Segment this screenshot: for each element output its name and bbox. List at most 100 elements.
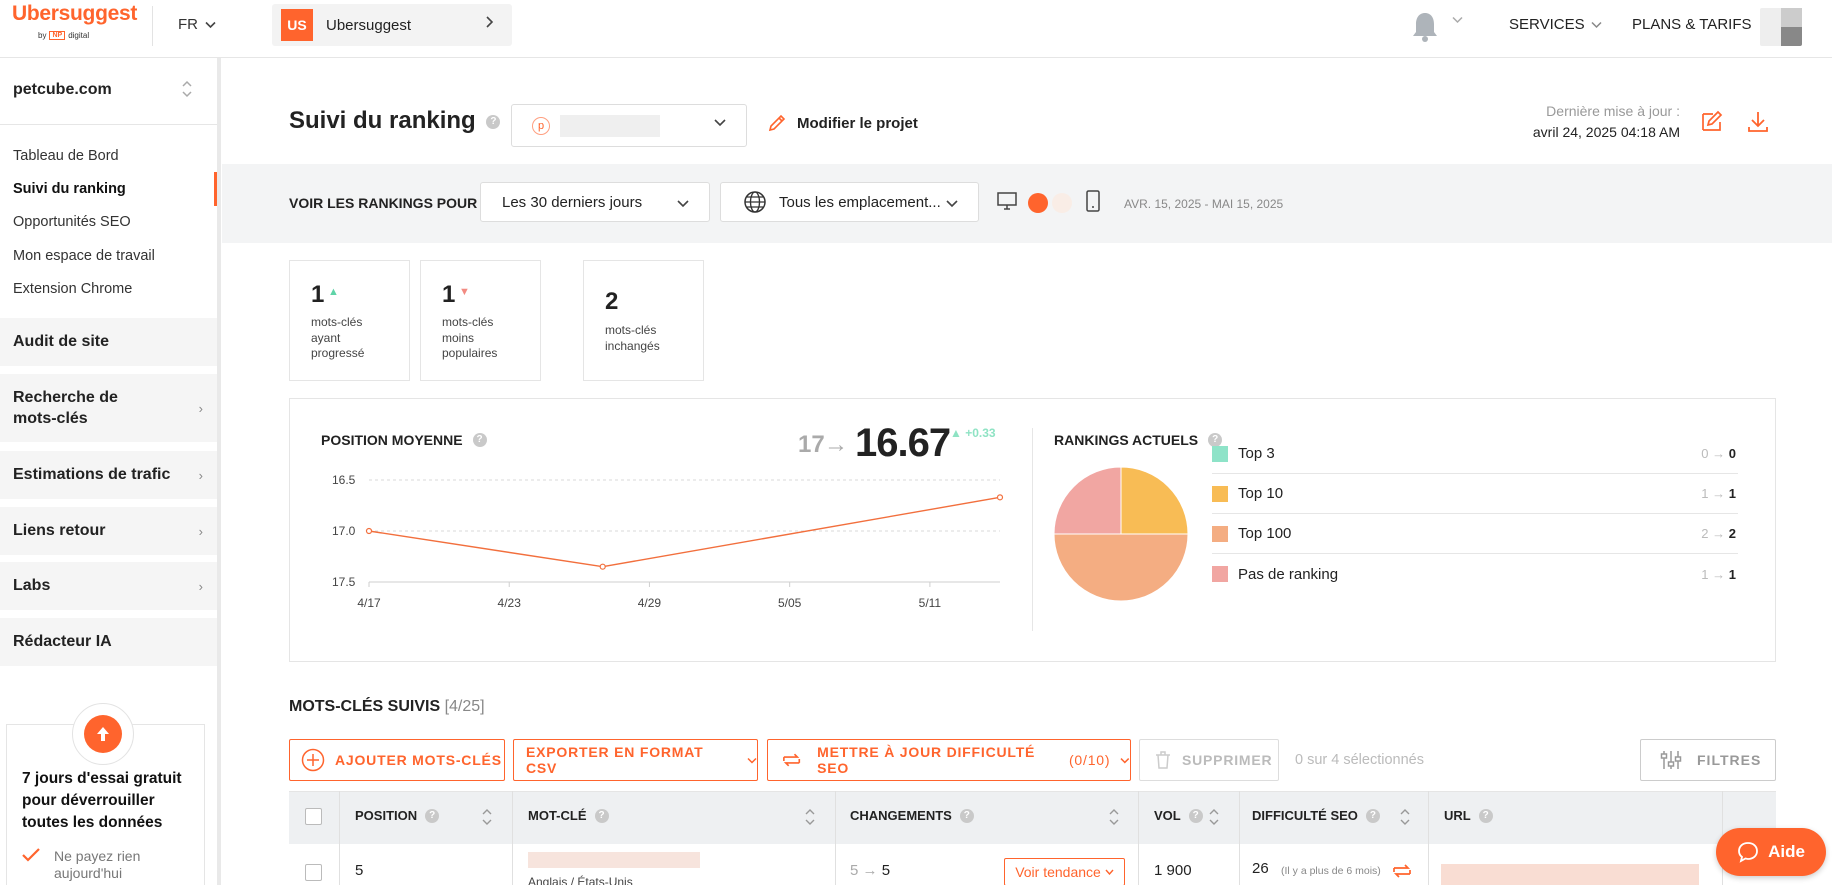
avg-position-delta-value: +0.33 [965, 426, 996, 440]
sidebar-scrollbar[interactable] [217, 58, 221, 885]
column-label: MOT-CLÉ [528, 808, 587, 823]
view-trend-button[interactable]: Voir tendance [1004, 858, 1125, 885]
sidebar-item-seo-opportunities[interactable]: Opportunités SEO [13, 214, 131, 230]
refresh-icon[interactable] [1390, 860, 1414, 882]
desktop-toggle-on[interactable] [1028, 193, 1048, 213]
divider [1032, 428, 1033, 631]
sliders-icon [1660, 751, 1682, 769]
pie-slice-top-100[interactable] [1053, 533, 1189, 602]
export-csv-button[interactable]: EXPORTER EN FORMAT CSV [513, 739, 758, 781]
project-switcher[interactable]: US Ubersuggest [272, 4, 512, 46]
pie-slice-pas-de-ranking[interactable] [1053, 466, 1122, 535]
mobile-icon[interactable] [1085, 190, 1101, 212]
stat-improved: 1 ▲ mots-clés ayant progressé [289, 260, 410, 381]
sort-icon[interactable] [481, 806, 493, 831]
stat-label: mots-clés moins populaires [442, 315, 498, 360]
sidebar-section-site-audit[interactable]: Audit de site [0, 318, 217, 366]
filters-button[interactable]: FILTRES [1640, 739, 1776, 781]
legend-from: 2 → [1701, 526, 1729, 541]
keyword-redacted[interactable] [528, 852, 700, 868]
ubersuggest-logo[interactable]: Ubersuggest [12, 2, 137, 26]
domain-selector[interactable]: p [511, 104, 747, 147]
pie-slice-top-10[interactable] [1120, 466, 1189, 535]
ranking-row: Top 100 2 → 2 [1212, 514, 1738, 554]
location-select[interactable]: Tous les emplacement... [720, 182, 979, 222]
sidebar-item-workspace[interactable]: Mon espace de travail [13, 248, 155, 264]
sidebar-item-dashboard[interactable]: Tableau de Bord [13, 148, 119, 164]
sidebar-item-chrome-extension[interactable]: Extension Chrome [13, 281, 132, 297]
data-point[interactable] [996, 494, 1004, 501]
stat-value: 1 [311, 281, 325, 308]
column-url[interactable]: URL? [1444, 808, 1493, 823]
edit-project-button[interactable]: Modifier le projet [767, 113, 918, 133]
legend-swatch [1212, 445, 1228, 462]
help-icon[interactable]: ? [1188, 808, 1203, 823]
plans-label: PLANS & TARIFS [1632, 16, 1752, 33]
column-seo-difficulty[interactable]: DIFFICULTÉ SEO? [1252, 808, 1380, 823]
data-point[interactable] [599, 563, 606, 570]
add-keywords-button[interactable]: AJOUTER MOTS-CLÉS [289, 739, 505, 781]
divider [0, 124, 217, 125]
domain-favicon: p [532, 117, 550, 135]
x-tick-label: 4/29 [638, 596, 662, 610]
help-icon[interactable]: ? [959, 808, 974, 823]
help-icon[interactable]: ? [425, 808, 440, 823]
page-title-text: Suivi du ranking [289, 107, 476, 134]
desktop-icon[interactable] [996, 190, 1018, 212]
row-checkbox[interactable] [305, 864, 322, 881]
filters-label: FILTRES [1697, 752, 1762, 768]
bell-icon[interactable] [1410, 10, 1440, 44]
sidebar-section-backlinks[interactable]: Liens retour › [0, 507, 217, 555]
avatar[interactable] [1760, 8, 1802, 46]
sort-icon[interactable] [804, 806, 816, 831]
select-all-checkbox[interactable] [305, 808, 322, 825]
chevron-right-icon: › [198, 400, 203, 416]
sort-icon[interactable] [1399, 806, 1411, 831]
active-indicator [214, 172, 217, 206]
avg-position-line-chart: 16.5 17.0 17.54/17 4/23 4/29 5/05 5/11 [332, 473, 1004, 610]
download-icon[interactable] [1746, 110, 1770, 134]
help-icon[interactable]: ? [1478, 808, 1493, 823]
sidebar-section-ai-writer[interactable]: Rédacteur IA [0, 618, 217, 666]
help-icon[interactable]: ? [472, 433, 487, 447]
chevron-down-icon[interactable] [1452, 16, 1463, 24]
help-icon[interactable]: ? [594, 808, 609, 823]
sidebar-item-rank-tracking[interactable]: Suivi du ranking [13, 181, 126, 197]
help-icon[interactable]: ? [486, 114, 501, 129]
sidebar-section-labs[interactable]: Labs › [0, 562, 217, 610]
update-seo-difficulty-button[interactable]: METTRE À JOUR DIFFICULTÉ SEO (0/10) [767, 739, 1131, 781]
help-chat-button[interactable]: Aide [1716, 828, 1826, 876]
tracked-keywords-title-text: MOTS-CLÉS SUIVIS [289, 698, 441, 715]
column-volume[interactable]: VOL? [1154, 808, 1203, 823]
column-divider [512, 791, 513, 885]
mobile-toggle-off[interactable] [1052, 193, 1072, 213]
url-redacted[interactable] [1441, 864, 1699, 885]
update-seo-difficulty-count: (0/10) [1068, 752, 1111, 768]
sidebar-project-name[interactable]: petcube.com [13, 81, 112, 99]
data-point[interactable] [365, 527, 373, 535]
chevron-down-icon [747, 757, 757, 764]
help-icon[interactable]: ? [1365, 808, 1380, 823]
chevron-down-icon [677, 200, 689, 208]
delete-button[interactable]: SUPPRIMER [1139, 739, 1279, 781]
sort-icon[interactable] [1208, 806, 1220, 831]
delete-label: SUPPRIMER [1182, 752, 1273, 768]
tracked-keywords-count: [4/25] [444, 698, 485, 715]
column-changes[interactable]: CHANGEMENTS? [850, 808, 974, 823]
edit-notes-icon[interactable] [1700, 110, 1724, 134]
sort-icon[interactable] [1108, 806, 1120, 831]
language-selector[interactable]: FR [178, 16, 216, 33]
sidebar-section-keyword-research[interactable]: Recherche de mots-clés › [0, 374, 217, 442]
project-switch-icon[interactable] [181, 79, 193, 101]
column-keyword[interactable]: MOT-CLÉ? [528, 808, 609, 823]
plans-link[interactable]: PLANS & TARIFS [1632, 16, 1751, 33]
filter-label: VOIR LES RANKINGS POUR : [289, 195, 486, 211]
upgrade-icon [72, 703, 134, 765]
services-menu[interactable]: SERVICES [1509, 16, 1602, 33]
period-select[interactable]: Les 30 derniers jours [480, 182, 710, 222]
sidebar-section-traffic-estimation[interactable]: Estimations de trafic › [0, 451, 217, 499]
pencil-icon [768, 114, 786, 132]
sidebar-section-label: Liens retour [13, 522, 106, 539]
column-position[interactable]: POSITION? [355, 808, 440, 823]
last-update-value: avril 24, 2025 04:18 AM [1532, 124, 1680, 140]
